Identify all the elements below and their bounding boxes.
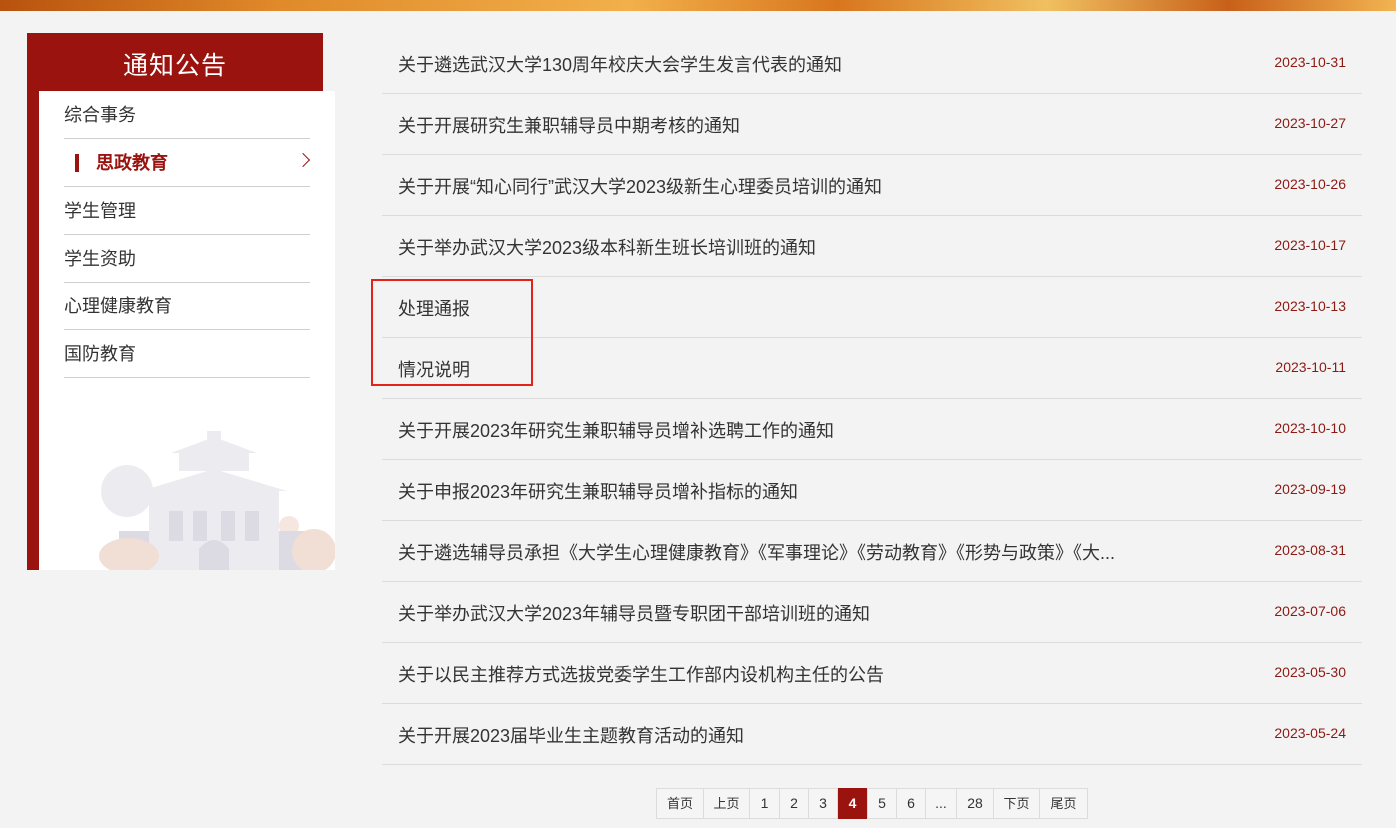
prev-page-button[interactable]: 上页 xyxy=(703,788,750,819)
notice-title[interactable]: 关于开展研究生兼职辅导员中期考核的通知 xyxy=(398,112,740,138)
list-item[interactable]: 关于开展2023届毕业生主题教育活动的通知 2023-05-24 xyxy=(382,704,1362,765)
list-item[interactable]: 关于举办武汉大学2023级本科新生班长培训班的通知 2023-10-17 xyxy=(382,216,1362,277)
notice-title[interactable]: 处理通报 xyxy=(398,295,470,321)
last-page-button[interactable]: 尾页 xyxy=(1039,788,1088,819)
notice-date: 2023-05-30 xyxy=(1274,664,1346,680)
notice-date: 2023-10-17 xyxy=(1274,237,1346,253)
notice-date: 2023-05-24 xyxy=(1274,725,1346,741)
sidebar: 通知公告 综合事务 思政教育 学生管理 学生资助 心理健康教育 国防教育 xyxy=(27,33,335,570)
top-banner-image xyxy=(0,0,1396,11)
notice-date: 2023-10-13 xyxy=(1274,298,1346,314)
sidebar-title: 通知公告 xyxy=(122,52,227,80)
first-page-button[interactable]: 首页 xyxy=(656,788,704,819)
list-item[interactable]: 处理通报 2023-10-13 xyxy=(382,277,1362,338)
notice-title[interactable]: 情况说明 xyxy=(398,356,470,382)
notice-date: 2023-08-31 xyxy=(1274,542,1346,558)
notice-title[interactable]: 关于开展“知心同行”武汉大学2023级新生心理委员培训的通知 xyxy=(398,173,882,199)
list-item[interactable]: 关于遴选武汉大学130周年校庆大会学生发言代表的通知 2023-10-31 xyxy=(382,33,1362,94)
page-button-4-current[interactable]: 4 xyxy=(838,788,867,819)
notice-title[interactable]: 关于遴选武汉大学130周年校庆大会学生发言代表的通知 xyxy=(398,51,842,77)
list-item[interactable]: 情况说明 2023-10-11 xyxy=(382,338,1362,399)
sidebar-item-mental-health[interactable]: 心理健康教育 xyxy=(64,282,310,330)
sidebar-item-general-affairs[interactable]: 综合事务 xyxy=(64,91,310,139)
notice-title[interactable]: 关于举办武汉大学2023级本科新生班长培训班的通知 xyxy=(398,234,816,260)
next-page-button[interactable]: 下页 xyxy=(993,788,1040,819)
list-item[interactable]: 关于举办武汉大学2023年辅导员暨专职团干部培训班的通知 2023-07-06 xyxy=(382,582,1362,643)
list-item[interactable]: 关于以民主推荐方式选拔党委学生工作部内设机构主任的公告 2023-05-30 xyxy=(382,643,1362,704)
active-indicator-bar xyxy=(75,154,79,172)
notice-date: 2023-10-11 xyxy=(1275,359,1346,375)
chevron-right-icon xyxy=(295,152,311,168)
list-item[interactable]: 关于申报2023年研究生兼职辅导员增补指标的通知 2023-09-19 xyxy=(382,460,1362,521)
page-button-3[interactable]: 3 xyxy=(808,788,838,819)
page-button-6[interactable]: 6 xyxy=(896,788,926,819)
list-item[interactable]: 关于开展“知心同行”武汉大学2023级新生心理委员培训的通知 2023-10-2… xyxy=(382,155,1362,216)
notice-title[interactable]: 关于申报2023年研究生兼职辅导员增补指标的通知 xyxy=(398,478,798,504)
notice-date: 2023-10-10 xyxy=(1274,420,1346,436)
sidebar-item-defense-education[interactable]: 国防教育 xyxy=(64,330,310,378)
sidebar-item-label: 心理健康教育 xyxy=(64,296,172,316)
sidebar-item-label: 思政教育 xyxy=(96,153,168,173)
notice-date: 2023-07-06 xyxy=(1274,603,1346,619)
notice-title[interactable]: 关于开展2023届毕业生主题教育活动的通知 xyxy=(398,722,744,748)
notice-title[interactable]: 关于举办武汉大学2023年辅导员暨专职团干部培训班的通知 xyxy=(398,600,870,626)
sidebar-item-ideological-education[interactable]: 思政教育 xyxy=(64,139,311,187)
page-button-5[interactable]: 5 xyxy=(867,788,897,819)
notice-title[interactable]: 关于以民主推荐方式选拔党委学生工作部内设机构主任的公告 xyxy=(398,661,884,687)
notice-date: 2023-09-19 xyxy=(1274,481,1346,497)
sidebar-item-label: 学生资助 xyxy=(64,249,136,269)
sidebar-item-label: 国防教育 xyxy=(64,344,136,364)
page-button-1[interactable]: 1 xyxy=(749,788,780,819)
list-item[interactable]: 关于开展2023年研究生兼职辅导员增补选聘工作的通知 2023-10-10 xyxy=(382,399,1362,460)
sidebar-item-student-management[interactable]: 学生管理 xyxy=(64,187,310,235)
list-item[interactable]: 关于开展研究生兼职辅导员中期考核的通知 2023-10-27 xyxy=(382,94,1362,155)
pagination-ellipsis: ... xyxy=(925,788,957,819)
notice-date: 2023-10-26 xyxy=(1274,176,1346,192)
sidebar-item-label: 学生管理 xyxy=(64,201,136,221)
notice-title[interactable]: 关于遴选辅导员承担《大学生心理健康教育》《军事理论》《劳动教育》《形势与政策》《… xyxy=(398,539,1115,565)
page-button-28[interactable]: 28 xyxy=(956,788,994,819)
notice-date: 2023-10-31 xyxy=(1274,54,1346,70)
sidebar-item-student-aid[interactable]: 学生资助 xyxy=(64,235,310,283)
sidebar-item-label: 综合事务 xyxy=(64,105,136,125)
notice-title[interactable]: 关于开展2023年研究生兼职辅导员增补选聘工作的通知 xyxy=(398,417,834,443)
notice-date: 2023-10-27 xyxy=(1274,115,1346,131)
list-item[interactable]: 关于遴选辅导员承担《大学生心理健康教育》《军事理论》《劳动教育》《形势与政策》《… xyxy=(382,521,1362,582)
page-button-2[interactable]: 2 xyxy=(779,788,809,819)
campus-gate-illustration xyxy=(99,431,335,570)
sidebar-nav: 综合事务 思政教育 学生管理 学生资助 心理健康教育 国防教育 xyxy=(39,91,335,570)
